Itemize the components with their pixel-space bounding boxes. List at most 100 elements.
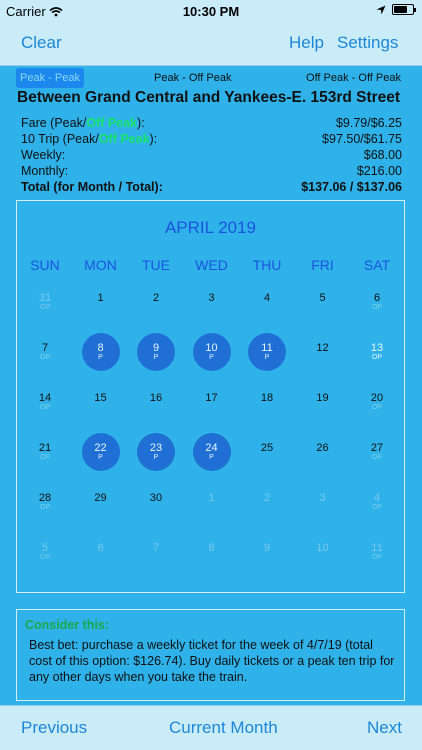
ten-trip-row: 10 Trip (Peak/Off Peak): $97.50/$61.75 xyxy=(21,131,402,147)
fare-row: Fare (Peak/Off Peak): $9.79/$6.25 xyxy=(21,115,402,131)
calendar-day[interactable]: 22 P xyxy=(73,433,129,491)
day-number: 7 xyxy=(41,342,49,354)
calendar-day[interactable]: 1 xyxy=(184,492,240,541)
day-number: 10 xyxy=(316,542,329,554)
day-number: 30 xyxy=(149,492,163,504)
day-number: 1 xyxy=(97,292,104,304)
calendar-day[interactable]: 7 OP xyxy=(17,342,73,391)
day-number: 6 xyxy=(97,542,104,554)
peak-option-peak-offpeak[interactable]: Peak - Off Peak xyxy=(154,72,231,84)
calendar-day[interactable]: 8 xyxy=(184,542,240,591)
fare-value: $9.79/$6.25 xyxy=(335,116,402,130)
day-number: 4 xyxy=(263,292,271,304)
weekly-row: Weekly: $68.00 xyxy=(21,147,402,163)
day-number: 11 xyxy=(261,342,273,354)
calendar-day[interactable]: 10 xyxy=(295,542,351,591)
calendar-day[interactable]: 13 OP xyxy=(349,342,405,391)
calendar-day[interactable]: 5 OP xyxy=(17,542,73,591)
weekday-header-tue: TUE xyxy=(142,257,170,273)
day-fare-type: OP xyxy=(371,304,383,311)
fare-label: Fare (Peak/Off Peak): xyxy=(21,116,145,130)
day-fare-type: P xyxy=(209,354,214,361)
weekday-header-mon: MON xyxy=(84,257,117,273)
day-number: 19 xyxy=(316,392,329,404)
calendar-day[interactable]: 11 P xyxy=(239,333,295,391)
calendar-day[interactable]: 5 xyxy=(295,292,351,341)
day-number: 17 xyxy=(205,392,218,404)
status-right xyxy=(376,4,416,15)
clear-button[interactable]: Clear xyxy=(21,33,62,53)
weekday-header-thu: THU xyxy=(252,257,282,273)
status-bar: Carrier 10:30 PM xyxy=(0,0,422,22)
calendar-day[interactable]: 21 OP xyxy=(17,442,73,491)
calendar-day[interactable]: 25 xyxy=(239,442,295,491)
day-number: 20 xyxy=(370,392,384,404)
calendar-day[interactable]: 27 OP xyxy=(349,442,405,491)
day-number: 9 xyxy=(263,542,271,554)
route-title: Between Grand Central and Yankees-E. 153… xyxy=(17,89,401,106)
day-number: 12 xyxy=(316,342,329,354)
weekday-header-sat: SAT xyxy=(363,257,391,273)
day-fare-type: P xyxy=(153,454,159,461)
calendar-day[interactable]: 3 xyxy=(295,492,351,541)
location-arrow-icon xyxy=(376,5,386,14)
total-value: $137.06 / $137.06 xyxy=(301,180,402,194)
day-number: 29 xyxy=(94,492,107,504)
calendar-day[interactable]: 12 xyxy=(295,342,351,391)
calendar-day[interactable]: 10 P xyxy=(184,333,240,391)
calendar-day[interactable]: 26 xyxy=(295,442,351,491)
calendar-day[interactable]: 9P xyxy=(128,333,184,391)
ten-trip-value: $97.50/$61.75 xyxy=(322,132,402,146)
day-number: 5 xyxy=(319,292,326,304)
weekly-label: Weekly: xyxy=(21,148,66,162)
previous-month-button[interactable]: Previous xyxy=(21,718,87,738)
calendar-day[interactable]: 18 xyxy=(239,392,295,441)
current-month-button[interactable]: Current Month xyxy=(169,718,278,738)
day-number: 13 xyxy=(370,342,384,354)
help-button[interactable]: Help xyxy=(289,33,324,53)
calendar-day[interactable]: 31 OP xyxy=(17,292,73,341)
calendar-day[interactable]: 7 xyxy=(128,542,184,591)
day-fare-type: OP xyxy=(39,354,51,361)
calendar-day[interactable]: 23 P xyxy=(128,433,184,491)
status-time: 10:30 PM xyxy=(182,4,240,19)
calendar-day[interactable]: 4 OP xyxy=(349,492,405,541)
day-number: 21 xyxy=(38,442,52,454)
day-number: 18 xyxy=(260,392,274,404)
calendar-day[interactable]: 6 xyxy=(73,542,129,591)
next-month-button[interactable]: Next xyxy=(367,718,402,738)
calendar-day[interactable]: 9 xyxy=(239,542,295,591)
day-number: 7 xyxy=(152,542,160,554)
battery-fill xyxy=(394,6,407,13)
calendar-day[interactable]: 29 xyxy=(73,492,129,541)
day-fare-type: P xyxy=(98,454,103,461)
peak-option-peak-peak[interactable]: Peak - Peak xyxy=(16,68,84,88)
total-row: Total (for Month / Total): $137.06 / $13… xyxy=(21,179,402,195)
calendar-day[interactable]: 30 xyxy=(128,492,184,541)
calendar-day[interactable]: 11 OP xyxy=(349,542,405,591)
settings-button[interactable]: Settings xyxy=(337,33,398,53)
day-number: 16 xyxy=(149,392,163,404)
day-fare-type: OP xyxy=(371,404,383,411)
calendar-day[interactable]: 6 OP xyxy=(349,292,405,341)
calendar-day[interactable]: 28 OP xyxy=(17,492,73,541)
day-fare-type: OP xyxy=(371,504,383,511)
calendar-day[interactable]: 19 xyxy=(295,392,351,441)
peak-option-offpeak-offpeak[interactable]: Off Peak - Off Peak xyxy=(306,72,401,84)
calendar-day[interactable]: 14 OP xyxy=(17,392,73,441)
day-number: 3 xyxy=(208,292,215,304)
day-number: 3 xyxy=(319,492,326,504)
day-number: 28 xyxy=(38,492,52,504)
fare-summary: Fare (Peak/Off Peak): $9.79/$6.25 10 Tri… xyxy=(21,115,402,195)
calendar-day[interactable]: 2 xyxy=(239,492,295,541)
calendar-day[interactable]: 8P xyxy=(73,333,129,391)
day-fare-type: OP xyxy=(39,304,51,311)
ten-trip-label: 10 Trip (Peak/Off Peak): xyxy=(21,132,158,146)
day-fare-type: OP xyxy=(371,554,383,561)
day-fare-type: P xyxy=(209,454,214,461)
day-number: 23 xyxy=(149,442,163,454)
advice-text: Best bet: purchase a weekly ticket for t… xyxy=(29,638,395,684)
day-number: 25 xyxy=(260,442,274,454)
calendar-day[interactable]: 20 OP xyxy=(349,392,405,441)
calendar-day[interactable]: 24 P xyxy=(184,433,240,491)
